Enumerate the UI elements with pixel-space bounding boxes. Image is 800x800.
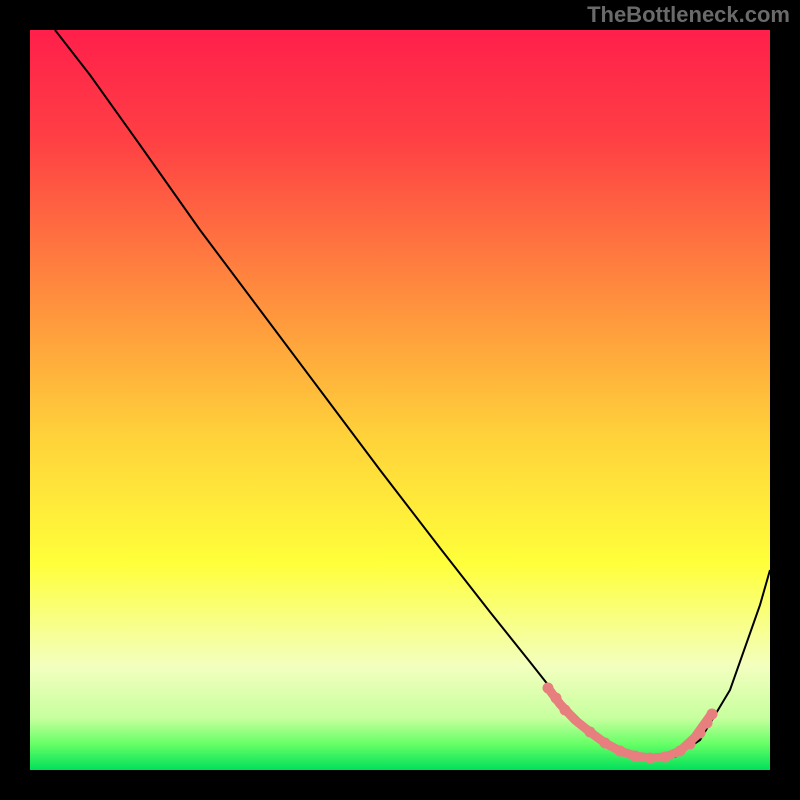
chart-frame: TheBottleneck.com — [0, 0, 800, 800]
highlight-dot — [551, 693, 562, 704]
highlight-dot — [675, 746, 686, 757]
highlight-dot — [543, 683, 554, 694]
highlight-dot — [585, 727, 596, 738]
highlight-dot — [560, 705, 571, 716]
highlight-dot — [615, 746, 626, 757]
highlight-dot — [660, 752, 671, 763]
bottleneck-chart — [0, 0, 800, 800]
highlight-dot — [695, 728, 706, 739]
gradient-background — [30, 30, 770, 770]
highlight-dot — [630, 751, 641, 762]
watermark-text: TheBottleneck.com — [587, 2, 790, 28]
highlight-dot — [707, 709, 718, 720]
highlight-dot — [600, 738, 611, 749]
highlight-dot — [685, 739, 696, 750]
highlight-dot — [645, 753, 656, 764]
